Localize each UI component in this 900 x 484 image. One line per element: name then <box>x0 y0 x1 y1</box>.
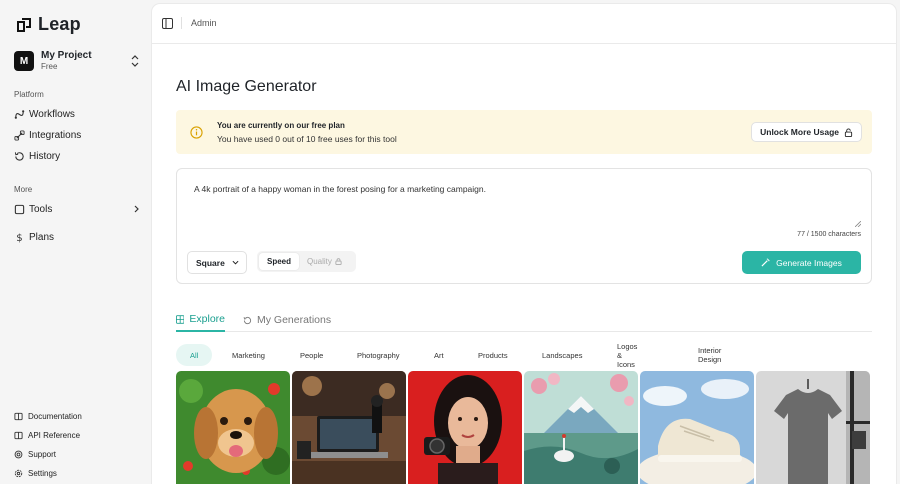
notice-message: You have used 0 out of 10 free uses for … <box>217 134 397 144</box>
sidebar-item-label: Support <box>28 449 57 459</box>
generate-images-button[interactable]: Generate Images <box>742 251 861 274</box>
lock-icon <box>335 258 342 265</box>
sidebar-item-workflows[interactable]: Workflows <box>14 106 140 122</box>
unlock-button-label: Unlock More Usage <box>760 127 839 137</box>
book-icon <box>14 412 23 420</box>
gallery-tabs: Explore My Generations <box>176 304 872 332</box>
history-icon <box>243 316 252 324</box>
sidebar-item-label: Plans <box>29 231 55 243</box>
brand[interactable]: Leap <box>16 14 81 35</box>
character-count: 77 / 1500 characters <box>797 231 861 238</box>
sidebar: Leap M My Project Free Platform Workflow… <box>0 0 152 484</box>
section-label-platform: Platform <box>14 90 44 99</box>
mode-quality-button[interactable]: Quality <box>307 253 342 270</box>
gallery-image-puppy[interactable] <box>176 371 290 484</box>
info-icon <box>190 126 203 139</box>
gallery-image-laptop-desk[interactable] <box>292 371 406 484</box>
main-panel: Admin AI Image Generator You are current… <box>152 4 896 484</box>
free-plan-notice: You are currently on our free plan You h… <box>176 110 872 154</box>
brand-name: Leap <box>38 14 81 34</box>
gallery-image-tshirt[interactable] <box>756 371 870 484</box>
sidebar-item-settings[interactable]: Settings <box>14 467 57 479</box>
sidebar-item-label: History <box>29 150 61 162</box>
sidebar-item-plans[interactable]: $ Plans <box>14 229 140 245</box>
section-label-more: More <box>14 185 33 194</box>
tab-my-generations-label: My Generations <box>257 314 332 326</box>
gallery-image-sneaker[interactable] <box>640 371 754 484</box>
filter-chip-landscapes[interactable]: Landscapes <box>528 344 596 366</box>
gallery-image-crane-art[interactable] <box>524 371 638 484</box>
filter-chip-logos-icons[interactable]: Logos & Icons <box>603 342 651 369</box>
sidebar-item-label: Integrations <box>29 129 82 141</box>
leap-logo-icon <box>17 17 31 32</box>
support-icon <box>14 450 23 458</box>
project-plan: Free <box>41 62 58 71</box>
sidebar-item-tools[interactable]: Tools <box>14 201 140 217</box>
filter-chip-products[interactable]: Products <box>464 344 522 366</box>
sidebar-item-documentation[interactable]: Documentation <box>14 410 82 422</box>
chevrons-up-down-icon <box>131 55 139 67</box>
tab-explore[interactable]: Explore <box>176 308 225 332</box>
tools-icon <box>14 204 25 214</box>
sidebar-toggle-icon[interactable] <box>162 18 173 29</box>
sidebar-item-label: API Reference <box>28 430 81 440</box>
divider <box>181 17 182 29</box>
prompt-textarea[interactable]: A 4k portrait of a happy woman in the fo… <box>194 184 486 194</box>
sidebar-item-api-reference[interactable]: API Reference <box>14 429 80 441</box>
filter-chip-all[interactable]: All <box>176 344 213 366</box>
sidebar-item-label: Settings <box>28 468 57 478</box>
sidebar-item-integrations[interactable]: Integrations <box>14 127 140 143</box>
resize-handle-icon[interactable] <box>855 221 861 227</box>
grid-icon <box>176 314 185 324</box>
tab-explore-label: Explore <box>189 313 225 325</box>
sidebar-item-label: Workflows <box>29 108 75 120</box>
size-select[interactable]: Square <box>187 251 247 274</box>
integrations-icon <box>14 129 25 141</box>
unlock-icon <box>844 127 853 137</box>
breadcrumb[interactable]: Admin <box>191 18 217 28</box>
project-switcher[interactable]: M My Project Free <box>14 50 140 72</box>
sidebar-item-history[interactable]: History <box>14 148 140 164</box>
gear-icon <box>14 469 23 477</box>
filter-chip-marketing[interactable]: Marketing <box>218 344 279 366</box>
top-bar: Admin <box>152 4 896 44</box>
gallery-image-woman-camera[interactable] <box>408 371 522 484</box>
filter-chip-people[interactable]: People <box>286 344 337 366</box>
dollar-icon: $ <box>16 233 22 243</box>
magic-wand-icon <box>761 258 770 267</box>
filter-chip-art[interactable]: Art <box>420 344 458 366</box>
chevron-down-icon <box>232 260 239 265</box>
project-name: My Project <box>41 50 92 61</box>
project-avatar: M <box>14 51 34 71</box>
history-icon <box>14 151 24 161</box>
notice-title: You are currently on our free plan <box>217 121 345 130</box>
mode-quality-label: Quality <box>307 257 332 266</box>
chevron-right-icon <box>134 205 139 213</box>
filter-chip-photography[interactable]: Photography <box>343 344 414 366</box>
svg-text:$: $ <box>16 233 22 243</box>
book-icon <box>14 431 23 439</box>
size-select-value: Square <box>196 257 225 268</box>
tab-my-generations[interactable]: My Generations <box>243 308 331 332</box>
workflow-icon <box>14 109 25 119</box>
mode-toggle: Speed Quality <box>257 251 356 272</box>
mode-speed-button[interactable]: Speed <box>259 253 299 270</box>
image-gallery <box>176 371 872 484</box>
prompt-composer: A 4k portrait of a happy woman in the fo… <box>176 168 872 284</box>
generate-button-label: Generate Images <box>776 257 842 268</box>
sidebar-item-support[interactable]: Support <box>14 448 56 460</box>
page-title: AI Image Generator <box>176 78 317 95</box>
sidebar-item-label: Tools <box>29 203 53 215</box>
sidebar-item-label: Documentation <box>28 411 82 421</box>
filter-chip-interior-design[interactable]: Interior Design <box>684 344 735 366</box>
unlock-more-usage-button[interactable]: Unlock More Usage <box>751 122 862 142</box>
